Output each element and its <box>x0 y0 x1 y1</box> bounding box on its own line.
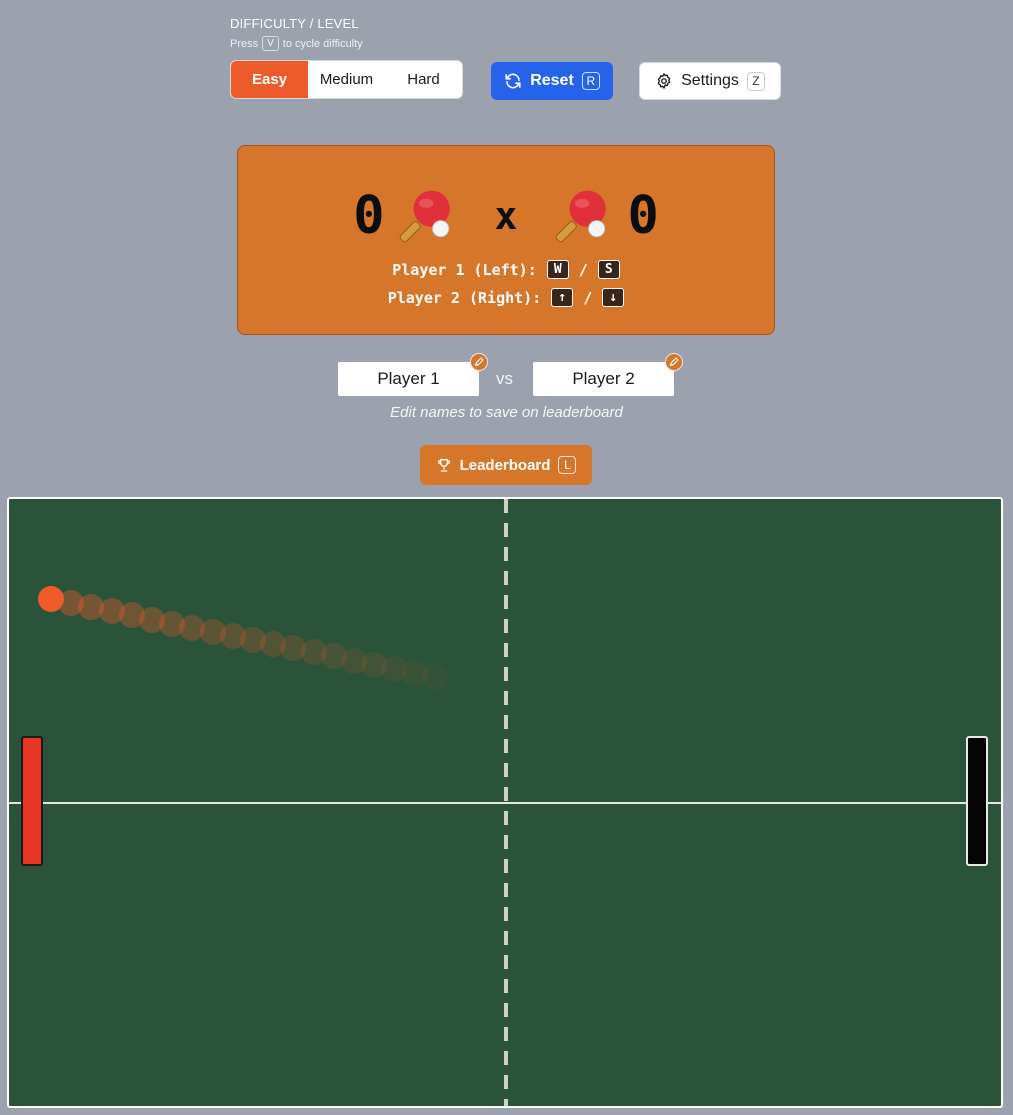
difficulty-hint: Press V to cycle difficulty <box>230 36 363 51</box>
score-row: 0 x 0 <box>238 186 774 246</box>
settings-label: Settings <box>681 72 739 89</box>
leaderboard-key-badge: L <box>558 456 577 474</box>
difficulty-hard-button[interactable]: Hard <box>385 61 462 98</box>
leaderboard-button[interactable]: Leaderboard L <box>420 445 592 485</box>
refresh-icon <box>505 73 521 89</box>
player1-score: 0 <box>353 186 385 246</box>
player1-controls-label: Player 1 (Left): <box>392 260 537 279</box>
key-arrow-down: ↓ <box>602 288 625 307</box>
score-separator: x <box>494 194 518 238</box>
trophy-icon <box>437 459 450 472</box>
names-hint: Edit names to save on leaderboard <box>390 404 623 421</box>
gear-icon <box>657 73 671 89</box>
difficulty-medium-button[interactable]: Medium <box>308 61 385 98</box>
reset-label: Reset <box>530 72 574 89</box>
difficulty-easy-button[interactable]: Easy <box>231 61 308 98</box>
difficulty-hint-press: Press <box>230 37 259 50</box>
key-separator: / <box>583 288 593 307</box>
player1-controls: Player 1 (Left): W / S <box>238 260 774 279</box>
ping-pong-paddle-icon <box>556 190 607 243</box>
ball-trail-dot <box>421 663 448 690</box>
player2-edit-badge[interactable] <box>665 353 683 371</box>
game-table[interactable] <box>7 497 1003 1108</box>
difficulty-hint-rest: to cycle difficulty <box>282 37 363 50</box>
key-arrow-up: ↑ <box>551 288 574 307</box>
settings-button[interactable]: Settings Z <box>639 62 781 100</box>
player2-score: 0 <box>627 186 659 246</box>
left-paddle <box>21 736 43 866</box>
pencil-icon <box>474 357 484 367</box>
reset-button[interactable]: Reset R <box>491 62 613 100</box>
difficulty-title: DIFFICULTY / LEVEL <box>230 16 359 31</box>
ball <box>38 586 64 612</box>
key-separator: / <box>578 260 588 279</box>
vs-label: vs <box>496 369 513 388</box>
difficulty-selector: Easy Medium Hard <box>230 60 463 99</box>
leaderboard-label: Leaderboard <box>459 456 551 474</box>
player2-controls: Player 2 (Right): ↑ / ↓ <box>238 288 774 307</box>
key-s: S <box>597 260 620 279</box>
reset-key-badge: R <box>581 72 600 90</box>
difficulty-key-badge: V <box>262 36 279 51</box>
player1-name-input[interactable] <box>338 362 479 396</box>
player1-edit-badge[interactable] <box>470 353 488 371</box>
key-w: W <box>546 260 569 279</box>
settings-key-badge: Z <box>746 71 765 91</box>
table-net <box>504 499 508 1106</box>
ping-pong-paddle-icon <box>399 190 450 243</box>
player2-name-input[interactable] <box>533 362 674 396</box>
player2-controls-label: Player 2 (Right): <box>387 288 542 307</box>
right-paddle <box>966 736 988 866</box>
pencil-icon <box>669 357 679 367</box>
scoreboard: 0 x 0 Player 1 (Left): W / S Player 2 (R… <box>237 145 775 335</box>
